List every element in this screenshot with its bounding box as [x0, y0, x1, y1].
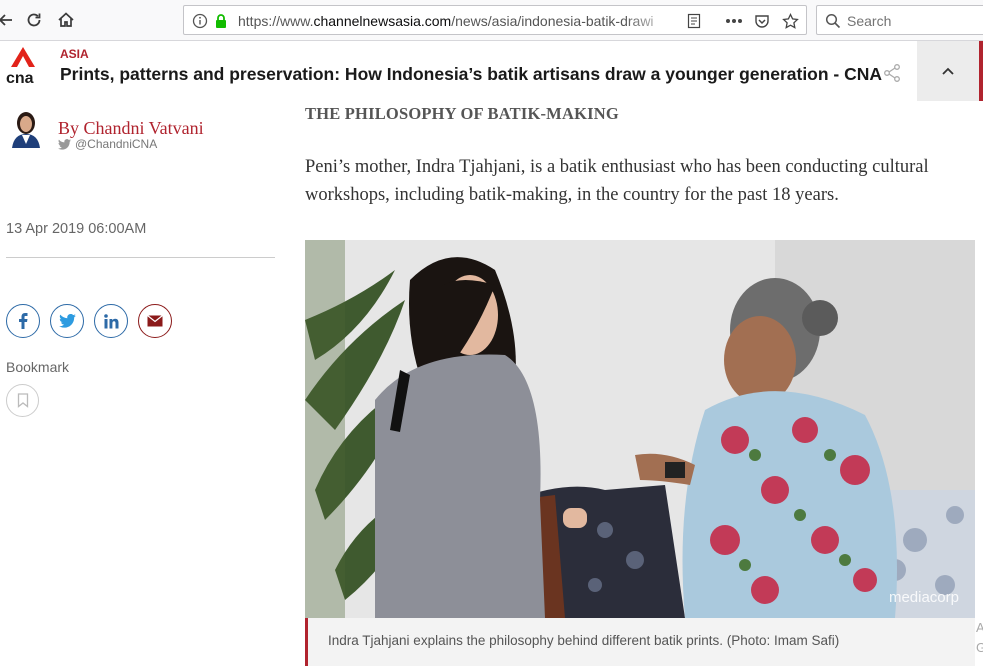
divider	[6, 257, 275, 258]
twitter-handle: @ChandniCNA	[75, 137, 158, 151]
share-icon[interactable]	[882, 63, 902, 83]
clipped-text-g: G	[976, 640, 983, 655]
url-bar[interactable]: https://www.channelnewsasia.com/news/asi…	[183, 5, 807, 35]
lock-icon[interactable]	[211, 11, 231, 31]
linkedin-icon	[103, 313, 118, 328]
bookmark-button[interactable]	[6, 384, 39, 417]
search-icon	[823, 11, 843, 31]
back-icon[interactable]	[0, 8, 18, 32]
author-byline[interactable]: By Chandni Vatvani	[58, 118, 204, 139]
facebook-icon	[19, 313, 28, 329]
cna-logo[interactable]: cna	[6, 45, 40, 87]
photo-watermark: mediacorp	[888, 589, 959, 606]
page-headline: Prints, patterns and preservation: How I…	[60, 64, 883, 84]
article-photo[interactable]: mediacorp	[305, 240, 975, 618]
reader-view-icon[interactable]	[684, 11, 704, 31]
email-icon	[147, 315, 163, 327]
reload-icon[interactable]	[22, 8, 46, 32]
share-email-button[interactable]	[138, 304, 172, 338]
info-icon[interactable]	[190, 11, 210, 31]
browser-toolbar: https://www.channelnewsasia.com/news/asi…	[0, 0, 983, 41]
caption-text: Indra Tjahjani explains the philosophy b…	[328, 633, 840, 648]
twitter-bird-icon	[58, 138, 71, 150]
url-text: https://www.channelnewsasia.com/news/asi…	[238, 13, 678, 29]
svg-text:cna: cna	[6, 70, 34, 85]
clipped-text-a: A	[976, 620, 983, 635]
author-avatar[interactable]	[8, 108, 44, 148]
twitter-icon	[58, 314, 76, 328]
bookmark-icon	[17, 393, 28, 408]
photo-illustration	[305, 240, 975, 618]
bookmark-star-icon[interactable]	[780, 11, 800, 31]
collapse-header-button[interactable]	[917, 41, 979, 101]
site-header: cna ASIA Prints, patterns and preservati…	[0, 41, 983, 103]
more-icon[interactable]	[724, 11, 744, 31]
publish-date: 13 Apr 2019 06:00AM	[6, 221, 147, 237]
photo-caption: Indra Tjahjani explains the philosophy b…	[305, 618, 975, 666]
author-twitter[interactable]: @ChandniCNA	[58, 137, 157, 151]
bookmark-label: Bookmark	[6, 359, 70, 375]
share-linkedin-button[interactable]	[94, 304, 128, 338]
article-subhead: THE PHILOSOPHY OF BATIK-MAKING	[305, 104, 619, 123]
chevron-up-icon	[942, 67, 954, 75]
share-twitter-button[interactable]	[50, 304, 84, 338]
section-label[interactable]: ASIA	[60, 47, 89, 61]
search-box[interactable]: Search	[816, 5, 983, 35]
url-prefix: https://www.	[238, 13, 314, 29]
article-paragraph: Peni’s mother, Indra Tjahjani, is a bati…	[305, 157, 929, 205]
home-icon[interactable]	[54, 8, 78, 32]
url-host: channelnewsasia.com	[313, 13, 452, 29]
url-fade	[624, 8, 680, 32]
share-facebook-button[interactable]	[6, 304, 40, 338]
pocket-icon[interactable]	[752, 11, 772, 31]
search-input[interactable]: Search	[847, 13, 891, 29]
accent-bar	[979, 41, 983, 101]
